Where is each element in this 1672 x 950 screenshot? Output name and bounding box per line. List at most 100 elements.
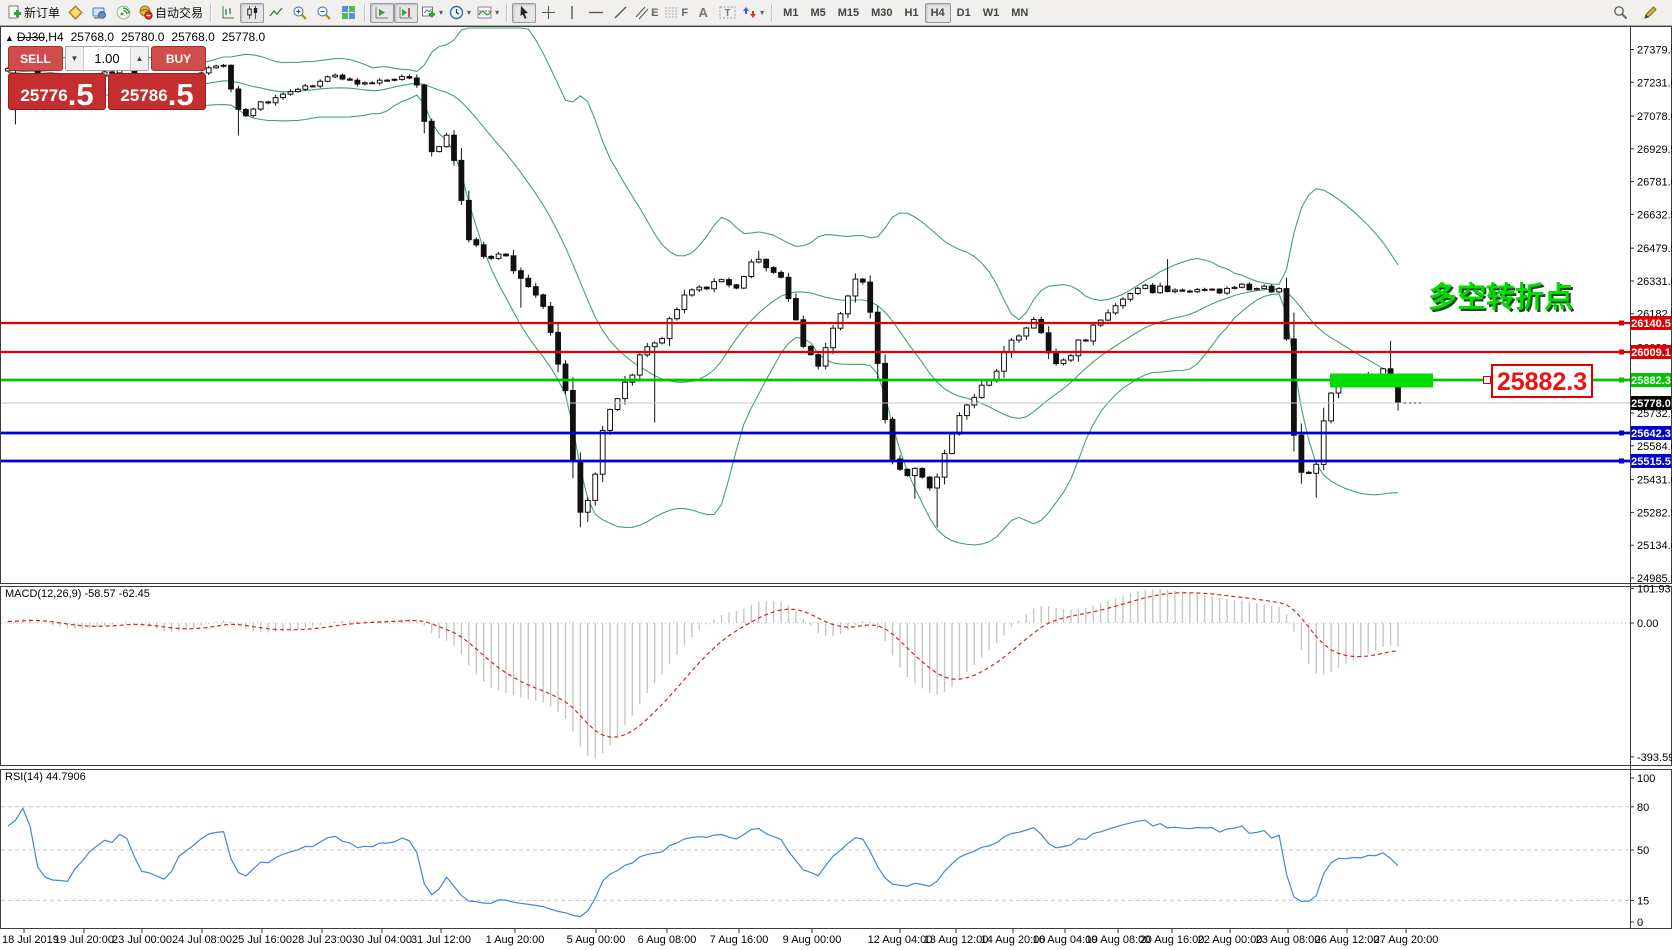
- edit-button[interactable]: [1638, 3, 1662, 23]
- ohlc-low: 25768.0: [171, 30, 214, 44]
- time-tick-label: 25 Jul 16:00: [232, 934, 292, 946]
- candlestick-chart-icon: [245, 5, 260, 20]
- accounts-button[interactable]: [87, 3, 111, 23]
- tile-windows-button[interactable]: [336, 3, 360, 23]
- expand-panel-icon[interactable]: ▲: [5, 33, 14, 43]
- indicators-button[interactable]: ▾: [474, 3, 502, 23]
- trendline-icon: [613, 5, 628, 20]
- tab-timeframe-W1[interactable]: W1: [977, 3, 1006, 23]
- text-tool-button[interactable]: A: [691, 3, 715, 23]
- symbol-name: DJ30: [17, 30, 45, 44]
- rsi-axis-label: 50: [1637, 845, 1649, 857]
- bar-chart-button[interactable]: [216, 3, 240, 23]
- time-tick-label: 26 Aug 12:00: [1315, 934, 1380, 946]
- price-tick-label: 26929.5: [1637, 144, 1672, 156]
- arrows-tool-button[interactable]: ▾: [739, 3, 767, 23]
- tab-timeframe-M1[interactable]: M1: [777, 3, 804, 23]
- tab-timeframe-M5[interactable]: M5: [804, 3, 831, 23]
- line-chart-button[interactable]: [264, 3, 288, 23]
- macd-axis-label: 101.93: [1637, 583, 1671, 595]
- new-chart-button[interactable]: ▾: [418, 3, 446, 23]
- volume-input[interactable]: [84, 47, 130, 70]
- label-tool-button[interactable]: T: [715, 3, 739, 23]
- tab-timeframe-MN[interactable]: MN: [1005, 3, 1034, 23]
- zoom-in-button[interactable]: [288, 3, 312, 23]
- price-level-badge: 26140.5: [1631, 316, 1671, 330]
- volume-increase-button[interactable]: ▲: [130, 47, 148, 70]
- level-line-marker: [1619, 458, 1624, 463]
- price-flag[interactable]: 25882.3: [1484, 365, 1593, 397]
- time-tick-label: 6 Aug 08:00: [638, 934, 697, 946]
- ohlc-close: 25778.0: [222, 30, 265, 44]
- tab-timeframe-H1[interactable]: H1: [899, 3, 925, 23]
- fibonacci-tool-button[interactable]: F: [661, 3, 691, 23]
- horizontal-line-tool-button[interactable]: [584, 3, 608, 23]
- time-tick-label: 23 Aug 08:00: [1256, 934, 1321, 946]
- sell-button[interactable]: SELL: [8, 46, 63, 71]
- cursor-tool-button[interactable]: [512, 3, 536, 23]
- rsi-panel[interactable]: [1, 770, 1672, 929]
- autotrading-button[interactable]: 自动交易: [135, 3, 206, 23]
- toolbar-separator: [364, 4, 366, 22]
- price-tick-label: 26331.0: [1637, 276, 1672, 288]
- macd-label: MACD(12,26,9) -58.57 -62.45: [5, 588, 150, 600]
- terminal-user-icon: [92, 5, 107, 20]
- tab-timeframe-M15[interactable]: M15: [832, 3, 865, 23]
- toolbar-separator: [210, 4, 212, 22]
- volume-decrease-button[interactable]: ▼: [66, 47, 84, 70]
- chart-shift-button[interactable]: [394, 3, 418, 23]
- fibonacci-letter: F: [681, 7, 688, 19]
- chart-annotation-text[interactable]: 多空转折点: [1428, 274, 1573, 316]
- highlight-zone[interactable]: [1330, 374, 1433, 388]
- new-order-button[interactable]: 新订单: [4, 3, 63, 23]
- bar-chart-icon: [221, 5, 236, 20]
- history-center-button[interactable]: [63, 3, 87, 23]
- time-tick-label: 5 Aug 00:00: [567, 934, 626, 946]
- rsi-axis-label: 100: [1637, 773, 1655, 785]
- ohlc-open: 25768.0: [71, 30, 114, 44]
- level-line-marker: [1619, 350, 1624, 355]
- price-level-badge: 25515.5: [1631, 454, 1671, 468]
- time-tick-label: 18 Jul 2019: [2, 934, 59, 946]
- trendline-tool-button[interactable]: [608, 3, 632, 23]
- auto-scroll-button[interactable]: [370, 3, 394, 23]
- macd-panel[interactable]: [1, 587, 1672, 766]
- new-chart-icon: [421, 5, 436, 20]
- svg-text:25882.3: 25882.3: [1631, 375, 1671, 387]
- price-tick-label: 25282.5: [1637, 507, 1672, 519]
- gold-diamond-icon: [68, 5, 83, 20]
- zoom-out-button[interactable]: [312, 3, 336, 23]
- dropdown-caret-icon: ▾: [760, 8, 764, 17]
- tab-timeframe-H4[interactable]: H4: [925, 3, 951, 23]
- periods-button[interactable]: ▾: [446, 3, 474, 23]
- price-level-badge: 25882.3: [1631, 373, 1671, 387]
- zoom-in-icon: [292, 5, 308, 21]
- dropdown-caret-icon: ▾: [495, 8, 499, 17]
- candlestick-chart-button[interactable]: [240, 3, 264, 23]
- buy-price-box[interactable]: 25786.5: [108, 73, 206, 110]
- time-axis[interactable]: 18 Jul 201919 Jul 20:0023 Jul 00:0024 Ju…: [2, 929, 1438, 946]
- tab-timeframe-D1[interactable]: D1: [951, 3, 977, 23]
- text-tool-icon: A: [698, 5, 707, 20]
- tab-timeframe-M30[interactable]: M30: [865, 3, 898, 23]
- crosshair-tool-button[interactable]: [536, 3, 560, 23]
- buy-button[interactable]: BUY: [151, 46, 206, 71]
- rsi-name: RSI(14): [5, 771, 43, 783]
- vertical-line-tool-button[interactable]: [560, 3, 584, 23]
- level-line-marker: [1619, 378, 1624, 383]
- signals-button[interactable]: [111, 3, 135, 23]
- autotrading-icon: [138, 5, 153, 20]
- sell-price-box[interactable]: 25776.5: [8, 73, 106, 110]
- time-tick-label: 28 Jul 23:00: [292, 934, 352, 946]
- autotrading-label: 自动交易: [155, 4, 203, 21]
- price-tick-label: 26632.5: [1637, 209, 1672, 221]
- time-tick-label: 7 Aug 16:00: [710, 934, 769, 946]
- chart-canvas[interactable]: 27379.527231.027078.026929.526781.026632…: [0, 26, 1672, 950]
- time-tick-label: 13 Aug 12:00: [924, 934, 989, 946]
- search-button[interactable]: [1608, 3, 1632, 23]
- buy-price-pips: .5: [168, 82, 194, 108]
- timeframe-buttons: M1M5M15M30H1H4D1W1MN: [777, 3, 1034, 23]
- channel-tool-button[interactable]: E: [632, 3, 661, 23]
- svg-text:T: T: [724, 8, 730, 19]
- time-tick-label: 23 Jul 00:00: [112, 934, 172, 946]
